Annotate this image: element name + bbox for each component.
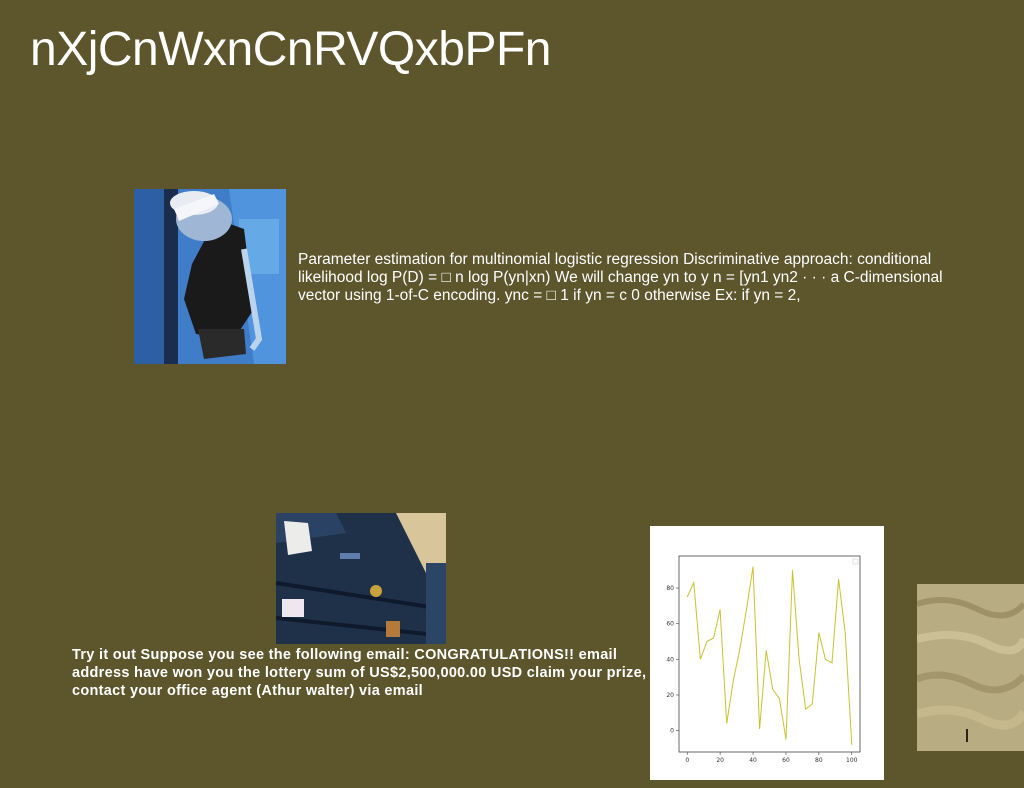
x-tick-label: 40 xyxy=(749,757,757,764)
x-tick-label: 80 xyxy=(815,757,823,764)
y-tick-label: 60 xyxy=(666,621,674,628)
x-tick-label: 100 xyxy=(846,757,858,764)
series-line xyxy=(686,566,853,745)
y-tick-label: 20 xyxy=(666,692,674,699)
y-tick-label: 0 xyxy=(670,728,674,735)
x-tick-label: 60 xyxy=(782,757,790,764)
x-tick-label: 20 xyxy=(716,757,724,764)
y-tick-label: 80 xyxy=(666,585,674,592)
y-tick-label: 40 xyxy=(666,656,674,663)
worker-photo xyxy=(134,189,286,364)
fence-photo xyxy=(276,513,446,644)
legend-box xyxy=(852,558,859,565)
x-tick-label: 0 xyxy=(685,757,689,764)
line-chart-plot: 0 20 40 60 80 100 0 20 40 60 80 xyxy=(666,555,861,764)
line-chart: 0 20 40 60 80 100 0 20 40 60 80 xyxy=(650,526,884,780)
page-title: nXjCnWxnCnRVQxbPFn xyxy=(30,23,551,76)
sand-photo xyxy=(917,584,1024,751)
parameter-estimation-text: Parameter estimation for multinomial log… xyxy=(298,251,943,304)
email-example-text: Try it out Suppose you see the following… xyxy=(72,647,647,699)
